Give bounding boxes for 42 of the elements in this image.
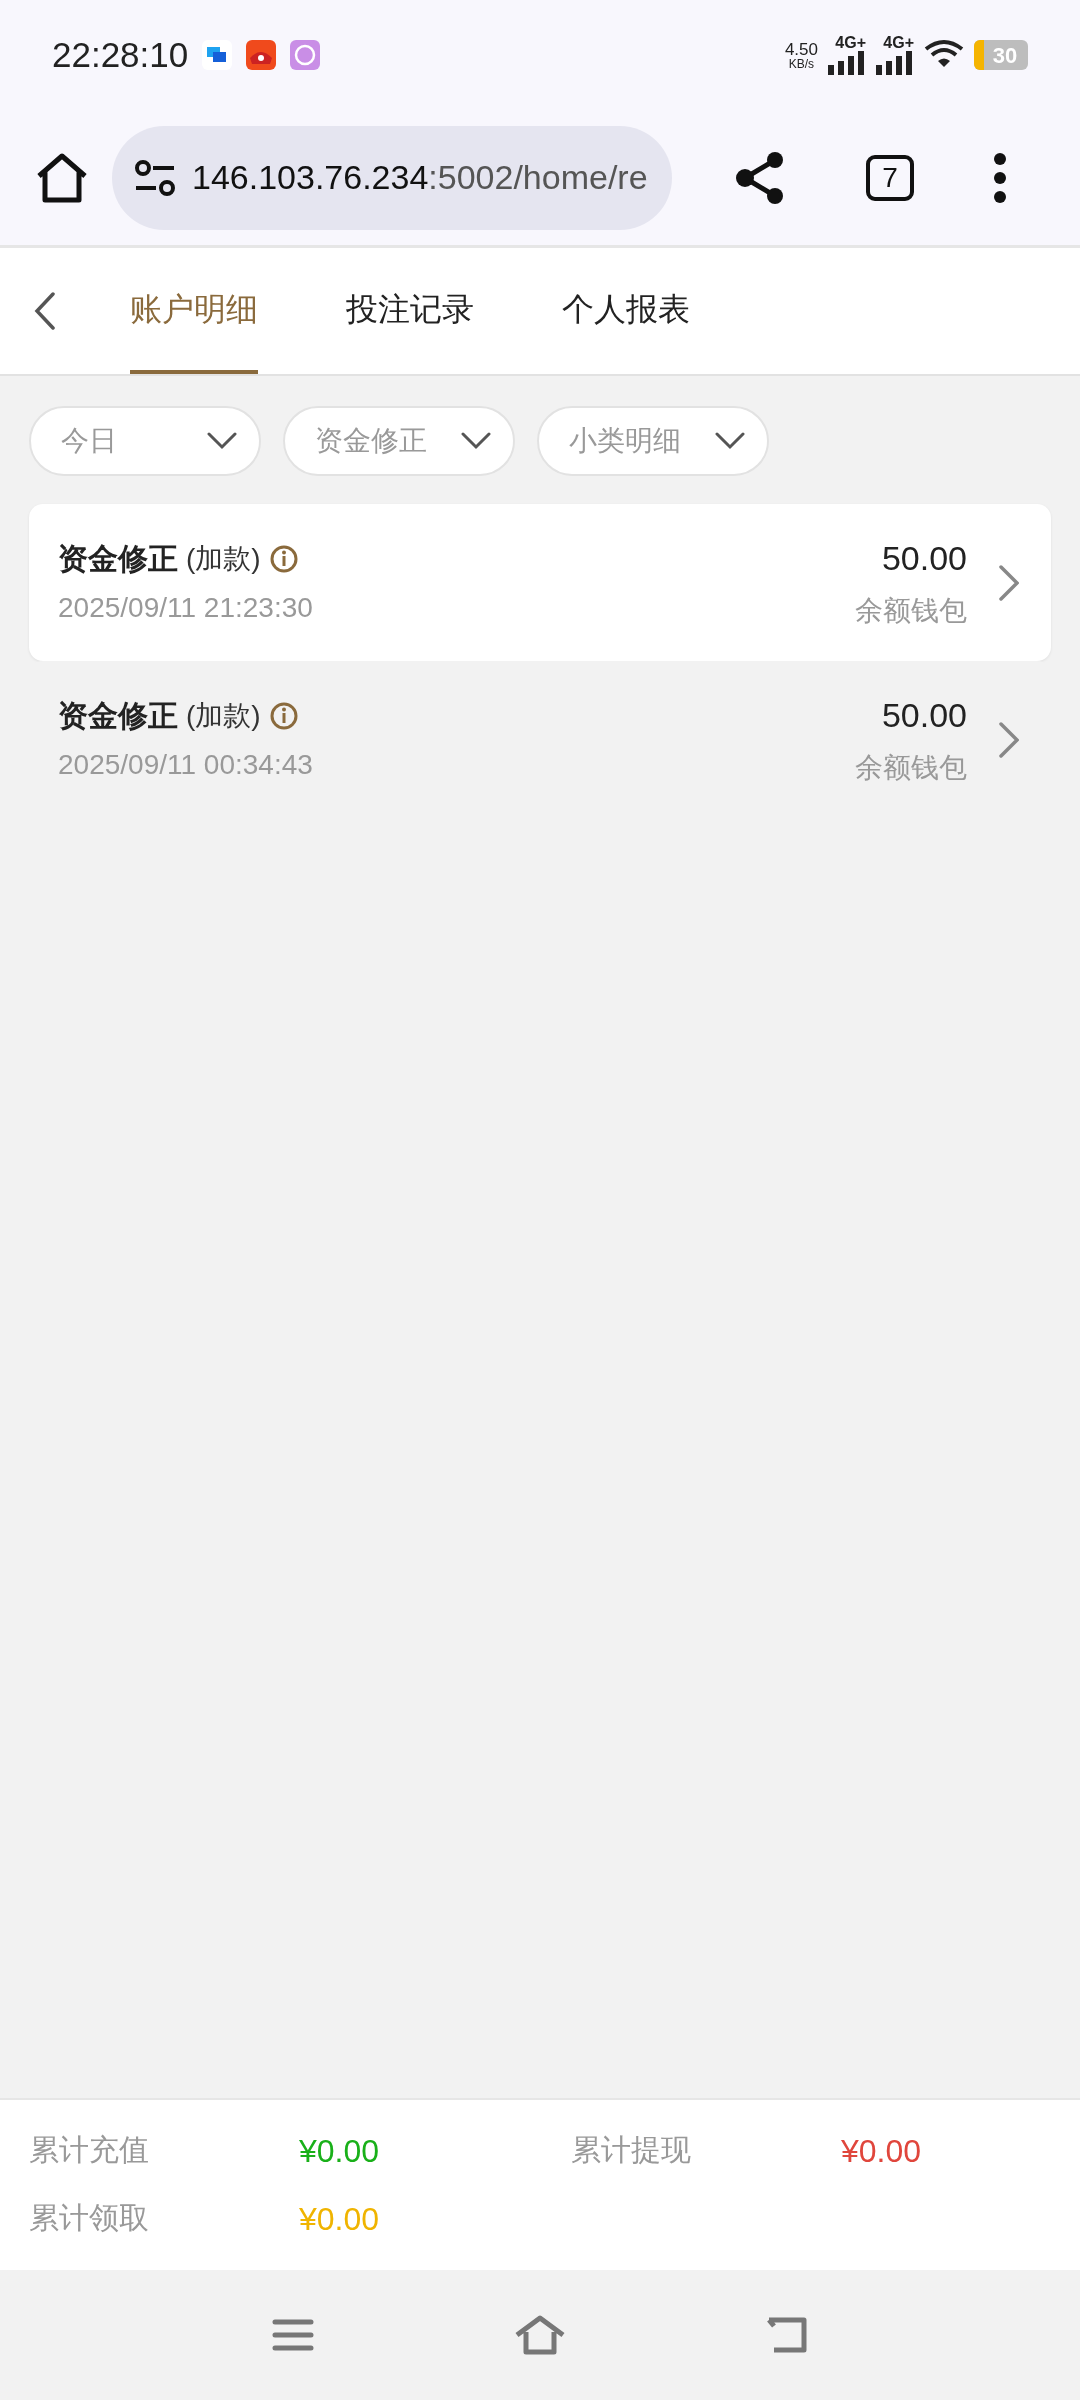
circle-app-icon xyxy=(290,40,321,70)
record-time: 2025/09/11 21:23:30 xyxy=(58,591,314,625)
info-icon[interactable] xyxy=(268,700,299,731)
signal-icon xyxy=(828,51,866,75)
network-speed: 4.50 xyxy=(784,40,818,58)
record-row[interactable]: 资金修正 (加款) 2025/09/11 21:23:30 50.00 余额钱包 xyxy=(29,504,1051,661)
wallet-label: 余额钱包 xyxy=(855,751,967,785)
wallet-label: 余额钱包 xyxy=(855,594,967,628)
summary-value: ¥0.00 xyxy=(299,2200,381,2239)
record-amount: 50.00 xyxy=(881,538,967,579)
chat-app-icon xyxy=(202,40,233,70)
signal-icon xyxy=(876,51,914,75)
record-amount: 50.00 xyxy=(881,695,967,736)
info-icon[interactable] xyxy=(268,543,299,574)
menu-icon[interactable] xyxy=(992,152,1007,203)
network-type: 4G+ xyxy=(835,35,866,51)
tab[interactable]: 投注记录 xyxy=(346,248,474,374)
tab[interactable]: 个人报表 xyxy=(562,248,690,374)
summary-label: 累计领取 xyxy=(29,2200,150,2236)
record-note: (加款) xyxy=(186,698,261,733)
summary-value: ¥0.00 xyxy=(841,2132,923,2171)
chevron-right-icon xyxy=(999,564,1019,601)
clock: 22:28:10 xyxy=(52,33,189,76)
record-title: 资金修正 xyxy=(58,698,178,734)
battery-indicator: 30 xyxy=(974,40,1028,70)
record-time: 2025/09/11 00:34:43 xyxy=(58,748,314,782)
site-settings-icon[interactable] xyxy=(134,159,176,196)
back-icon[interactable] xyxy=(766,2317,808,2353)
record-title: 资金修正 xyxy=(58,541,178,577)
speed-unit: KB/s xyxy=(788,57,815,70)
summary-value: ¥0.00 xyxy=(299,2132,381,2171)
tab-count-button[interactable]: 7 xyxy=(866,154,914,201)
network-type: 4G+ xyxy=(883,35,914,51)
basket-app-icon xyxy=(246,40,277,70)
tab[interactable]: 账户明细 xyxy=(130,248,258,374)
chevron-right-icon xyxy=(999,721,1019,758)
summary-label: 累计充值 xyxy=(29,2132,150,2168)
address-bar[interactable]: 146.103.76.234:5002/home/re xyxy=(112,125,672,230)
record-note: (加款) xyxy=(186,541,261,576)
url-text[interactable]: 146.103.76.234:5002/home/re xyxy=(192,152,648,203)
summary-label: 累计提现 xyxy=(571,2132,692,2168)
back-icon[interactable] xyxy=(34,292,56,330)
